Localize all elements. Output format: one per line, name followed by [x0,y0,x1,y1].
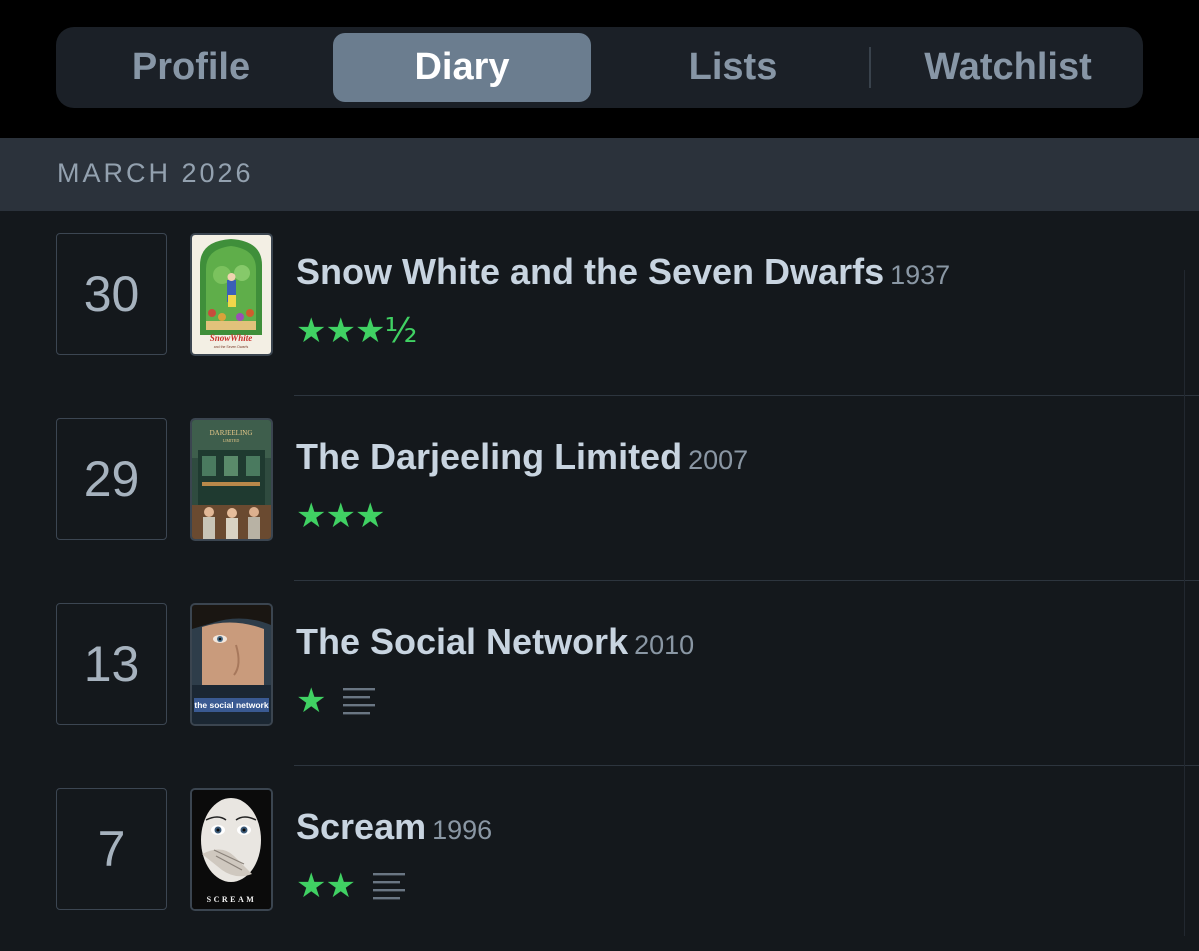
film-title[interactable]: Scream [296,806,426,847]
star-rating: ★★ [296,866,356,906]
day-number: 7 [56,788,167,910]
rating-row: ★★★ [296,496,385,536]
film-title[interactable]: The Social Network [296,621,628,662]
film-year: 1996 [432,815,493,845]
diary-entry[interactable]: 30 SnowWhite and the Seven Dwarfs Snow W… [0,211,1199,396]
poster-caption-text: and the Seven Dwarfs [214,345,249,349]
film-year: 1937 [890,260,951,290]
month-label: MARCH 2026 [57,158,254,188]
scrollbar-track[interactable] [1184,270,1199,936]
day-number: 29 [56,418,167,540]
poster-scream[interactable]: SCREAM [190,788,273,911]
rating-row: ★★ [296,866,405,906]
tab-divider [869,47,871,88]
diary-entry[interactable]: 13 the social network The Social Network… [0,581,1199,766]
film-year: 2010 [634,630,695,660]
film-title-line[interactable]: The Social Network 2010 [296,621,694,663]
film-title[interactable]: Snow White and the Seven Dwarfs [296,251,884,292]
diary-entry[interactable]: 29 DARJEELING LIMITED The Darjeeling Lim… [0,396,1199,581]
month-section-header: MARCH 2026 [0,138,1199,211]
tab-lists[interactable]: Lists [598,27,868,108]
poster-social-network[interactable]: the social network [190,603,273,726]
star-rating: ★★★½ [296,311,417,351]
film-year: 2007 [688,445,749,475]
tab-diary[interactable]: Diary [333,33,591,102]
diary-entry[interactable]: 7 SCREAM Scream 1996 ★★ [0,766,1199,951]
poster-logo-text: SCREAM [207,895,257,904]
tab-watchlist[interactable]: Watchlist [873,27,1143,108]
poster-logo-text: SnowWhite [210,333,253,343]
poster-darjeeling-limited[interactable]: DARJEELING LIMITED [190,418,273,541]
day-number: 13 [56,603,167,725]
top-bar: Profile Diary Lists Watchlist [0,0,1199,138]
star-rating: ★★★ [296,496,385,536]
film-title-line[interactable]: The Darjeeling Limited 2007 [296,436,748,478]
rating-row: ★ [296,681,376,721]
profile-tab-bar: Profile Diary Lists Watchlist [56,27,1143,108]
day-number: 30 [56,233,167,355]
film-title-line[interactable]: Snow White and the Seven Dwarfs 1937 [296,251,950,293]
film-title[interactable]: The Darjeeling Limited [296,436,682,477]
poster-sub-text: LIMITED [223,438,240,443]
film-title-line[interactable]: Scream 1996 [296,806,492,848]
review-lines-icon [372,873,405,900]
rating-row: ★★★½ [296,311,417,351]
poster-snow-white[interactable]: SnowWhite and the Seven Dwarfs [190,233,273,356]
tab-profile[interactable]: Profile [56,27,326,108]
review-lines-icon [343,688,376,715]
star-rating: ★ [296,681,327,721]
poster-logo-text: the social network [194,700,268,710]
poster-logo-text: DARJEELING [210,429,253,437]
